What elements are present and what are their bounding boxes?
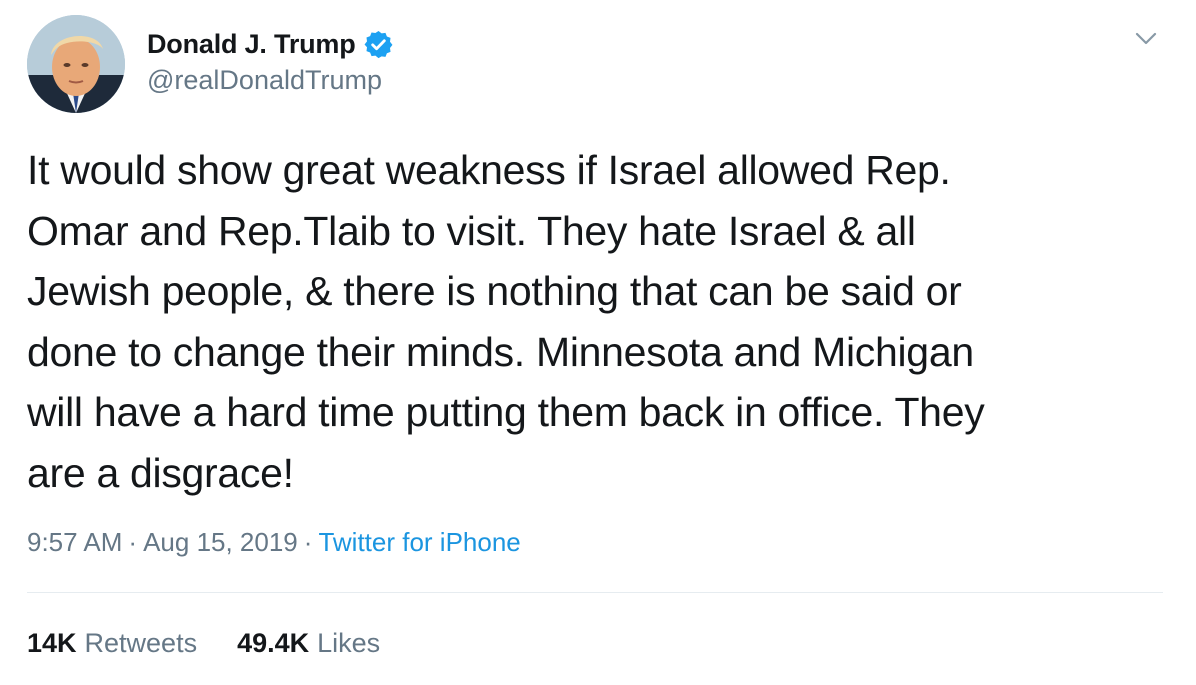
author-display-name[interactable]: Donald J. Trump [147,29,356,60]
chevron-down-icon[interactable] [1134,28,1158,48]
author-avatar[interactable] [27,15,125,113]
retweets-stat[interactable]: 14K Retweets [27,628,197,659]
tweet-card: Donald J. Trump @realDonaldTrump It woul… [0,0,1196,685]
likes-label: Likes [317,628,381,658]
author-handle[interactable]: @realDonaldTrump [147,65,382,96]
tweet-date[interactable]: Aug 15, 2019 [143,527,298,557]
tweet-meta: 9:57 AM · Aug 15, 2019 · Twitter for iPhone [27,527,521,558]
meta-separator: · [303,527,313,557]
divider [27,592,1163,593]
tweet-time[interactable]: 9:57 AM [27,527,122,557]
avatar-image [27,15,125,113]
verified-badge-icon [363,29,394,60]
author-name-row: Donald J. Trump [147,27,394,61]
meta-separator: · [128,527,138,557]
retweets-label: Retweets [84,628,198,658]
retweets-count: 14K [27,628,77,658]
tweet-text: It would show great weakness if Israel a… [27,147,985,496]
likes-count: 49.4K [237,628,310,658]
likes-stat[interactable]: 49.4K Likes [237,628,380,659]
tweet-source-link[interactable]: Twitter for iPhone [318,527,520,557]
tweet-stats: 14K Retweets 49.4K Likes [27,628,380,659]
